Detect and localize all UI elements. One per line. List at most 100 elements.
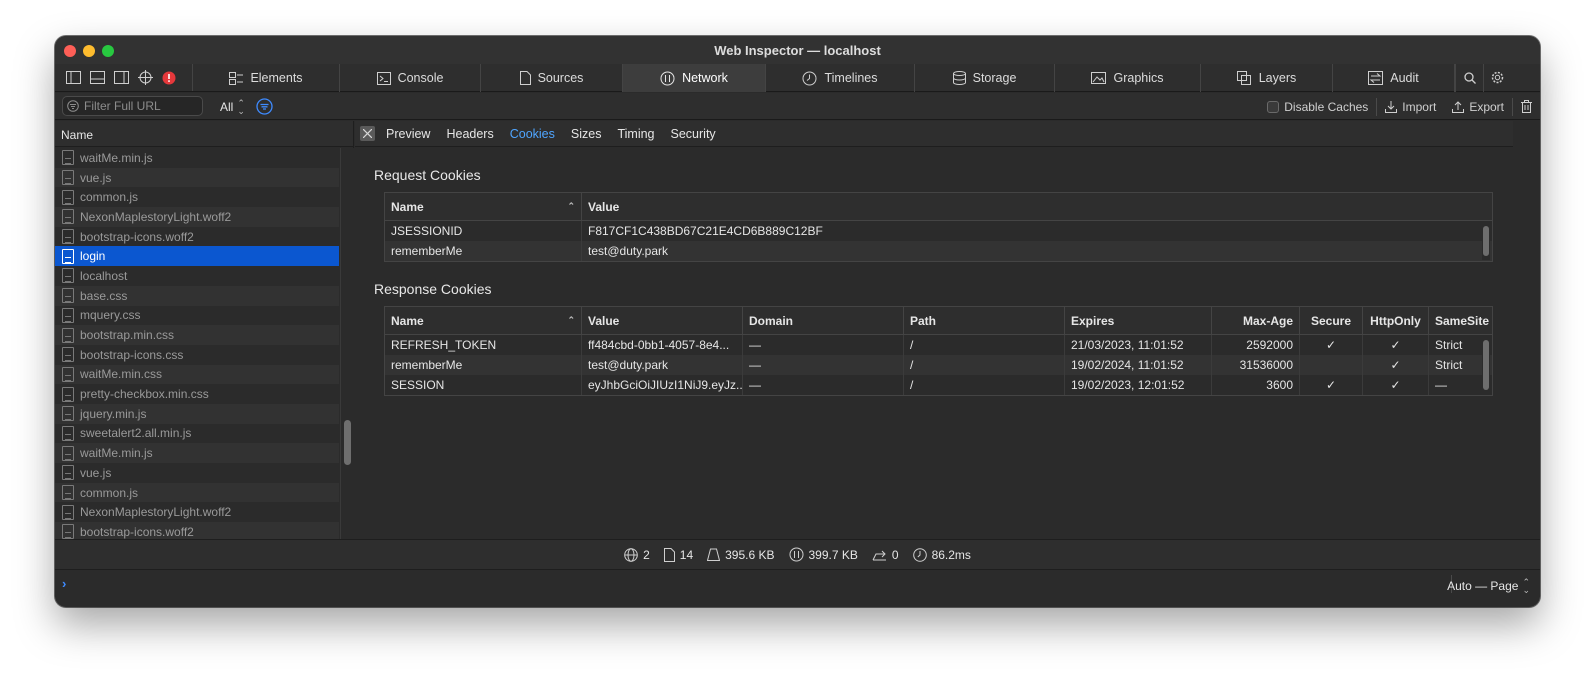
resource-list-item[interactable]: NexonMaplestoryLight.woff2 xyxy=(55,502,339,522)
resource-type-value: All xyxy=(220,100,234,114)
column-header-value[interactable]: Value xyxy=(582,193,1492,220)
resource-list-item[interactable]: bootstrap-icons.css xyxy=(55,345,339,365)
tab-console[interactable]: Console xyxy=(340,64,481,92)
search-icon[interactable] xyxy=(1455,63,1483,92)
filter-url-input[interactable] xyxy=(84,99,194,113)
crosshair-icon[interactable] xyxy=(133,64,157,92)
transferred-stat: 395.6 KB xyxy=(707,548,775,562)
tab-sources[interactable]: Sources xyxy=(481,64,623,92)
console-prompt-bar: › Auto — Page ⌃ ⌄ xyxy=(55,569,1540,597)
filter-bar-actions: Disable Caches Import Export xyxy=(1259,93,1540,120)
tab-timelines[interactable]: Timelines xyxy=(766,64,915,92)
column-header-secure[interactable]: Secure xyxy=(1300,307,1363,334)
resource-list-item[interactable]: base.css xyxy=(55,285,339,306)
resource-list-item[interactable]: jquery.min.js xyxy=(55,403,339,424)
resource-list-item[interactable]: pretty-checkbox.min.css xyxy=(55,384,339,404)
resource-list-item[interactable]: NexonMaplestoryLight.woff2 xyxy=(55,207,339,227)
gear-icon[interactable] xyxy=(1483,63,1511,92)
tab-network[interactable]: Network xyxy=(623,64,766,92)
file-icon xyxy=(62,288,74,304)
table-row[interactable]: JSESSIONID F817CF1C438BD67C21E4CD6B889C1… xyxy=(385,221,1492,241)
column-header-name[interactable]: Name ⌃ xyxy=(385,193,582,220)
tab-headers[interactable]: Headers xyxy=(446,127,493,141)
resource-list-header[interactable]: Name xyxy=(55,121,353,147)
export-label: Export xyxy=(1469,99,1504,114)
import-button[interactable]: Import xyxy=(1377,100,1444,114)
tab-layers[interactable]: Layers xyxy=(1201,64,1333,92)
tab-timing[interactable]: Timing xyxy=(617,127,654,141)
tab-elements[interactable]: Elements xyxy=(193,64,340,92)
table-row[interactable]: rememberMe test@duty.park —/19/02/2024, 11… xyxy=(385,355,1492,375)
tab-sizes[interactable]: Sizes xyxy=(571,127,602,141)
resource-list-item[interactable]: bootstrap.min.css xyxy=(55,325,339,345)
table-scrollbar[interactable] xyxy=(1482,224,1490,260)
column-header-max-age[interactable]: Max-Age xyxy=(1212,307,1300,334)
resource-list-item[interactable]: bootstrap-icons.woff2 xyxy=(55,227,339,247)
resource-name: bootstrap-icons.css xyxy=(80,347,184,362)
cookie-path: / xyxy=(904,375,1065,395)
tab-preview[interactable]: Preview xyxy=(386,127,430,141)
file-icon xyxy=(62,327,74,343)
resource-list-item[interactable]: common.js xyxy=(55,187,339,207)
tab-cookies[interactable]: Cookies xyxy=(510,127,555,141)
column-header-samesite[interactable]: SameSite xyxy=(1429,307,1492,334)
resource-list-item[interactable]: mquery.css xyxy=(55,306,339,326)
file-icon xyxy=(62,366,74,382)
tab-audit-label: Audit xyxy=(1390,71,1419,85)
column-header-domain[interactable]: Domain xyxy=(743,307,904,334)
resource-list-item[interactable]: waitMe.min.css xyxy=(55,364,339,385)
resource-list-item[interactable]: vue.js xyxy=(55,167,339,188)
web-inspector-window: Web Inspector — localhost Elements Conso… xyxy=(55,36,1540,607)
tab-elements-label: Elements xyxy=(250,71,303,85)
sort-ascending-icon: ⌃ xyxy=(567,315,575,325)
dock-bottom-icon[interactable] xyxy=(85,64,109,92)
tab-audit[interactable]: Audit xyxy=(1333,64,1455,92)
column-header-path[interactable]: Path xyxy=(904,307,1065,334)
close-detail-button[interactable] xyxy=(360,126,375,141)
column-header-name[interactable]: Name ⌃ xyxy=(385,307,582,334)
resource-list-item[interactable]: vue.js xyxy=(55,463,339,483)
cookie-name: rememberMe xyxy=(385,355,582,375)
tab-security[interactable]: Security xyxy=(671,127,716,141)
tab-network-label: Network xyxy=(682,71,728,85)
dock-right-icon[interactable] xyxy=(109,64,133,92)
tab-graphics[interactable]: Graphics xyxy=(1055,64,1201,92)
checkbox-box[interactable] xyxy=(1267,100,1280,113)
console-prompt-icon[interactable]: › xyxy=(62,576,66,591)
scrollbar-thumb[interactable] xyxy=(344,420,351,465)
dock-left-icon[interactable] xyxy=(61,64,85,92)
tab-storage-label: Storage xyxy=(972,71,1017,85)
file-icon xyxy=(62,504,74,520)
resource-list-item[interactable]: localhost xyxy=(55,266,339,286)
scrollbar-thumb[interactable] xyxy=(1483,340,1489,390)
error-badge-icon[interactable] xyxy=(157,64,181,92)
resource-list-item[interactable]: sweetalert2.all.min.js xyxy=(55,424,339,444)
response-cookie-rows: REFRESH_TOKEN ff484cbd-0bb1-4057-8e4... — /… xyxy=(385,335,1492,395)
execution-context-select[interactable]: Auto — Page ⌃ ⌄ xyxy=(1447,578,1530,595)
column-header-httponly[interactable]: HttpOnly xyxy=(1363,307,1429,334)
tab-storage[interactable]: Storage xyxy=(915,64,1055,92)
column-header-value[interactable]: Value xyxy=(582,307,743,334)
export-button[interactable]: Export xyxy=(1444,100,1512,114)
filter-icon xyxy=(67,100,79,112)
resource-type-select[interactable]: All ⌃ ⌄ xyxy=(220,99,245,116)
resource-name: login xyxy=(80,249,106,264)
disable-caches-checkbox[interactable]: Disable Caches xyxy=(1259,100,1376,114)
column-label: Name xyxy=(391,199,424,214)
import-label: Import xyxy=(1402,99,1437,114)
resource-list-scrollbar[interactable] xyxy=(340,148,354,539)
resource-list-item[interactable]: bootstrap-icons.woff2 xyxy=(55,522,339,539)
scrollbar-thumb[interactable] xyxy=(1483,226,1489,256)
table-row[interactable]: SESSION eyJhbGciOiJIUzI1NiJ9.eyJz... —/19/… xyxy=(385,375,1492,395)
filter-url-field[interactable] xyxy=(62,96,203,116)
column-header-expires[interactable]: Expires xyxy=(1065,307,1212,334)
filter-toggle-icon[interactable] xyxy=(256,98,273,118)
table-row[interactable]: rememberMe test@duty.park xyxy=(385,241,1492,261)
resource-list-item[interactable]: waitMe.min.js xyxy=(55,148,339,168)
resource-list-item[interactable]: waitMe.min.js xyxy=(55,443,339,463)
table-row[interactable]: REFRESH_TOKEN ff484cbd-0bb1-4057-8e4... — /… xyxy=(385,335,1492,355)
table-scrollbar[interactable] xyxy=(1482,338,1490,394)
clear-log-button[interactable] xyxy=(1513,100,1540,113)
resource-list-item[interactable]: login xyxy=(55,246,339,267)
resource-list-item[interactable]: common.js xyxy=(55,482,339,503)
